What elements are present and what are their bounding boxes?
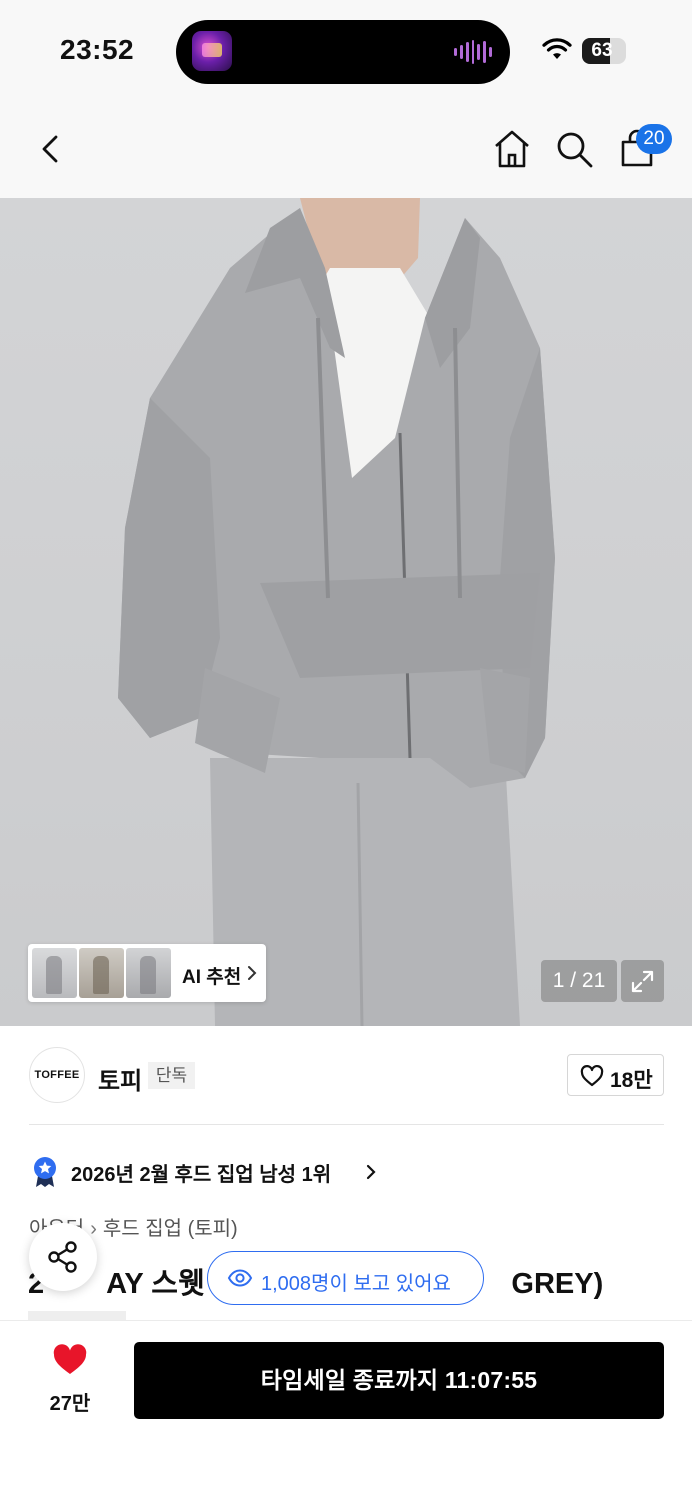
brand-like-button[interactable]: 18만 (567, 1054, 664, 1096)
home-icon[interactable] (491, 128, 533, 170)
back-icon[interactable] (30, 128, 72, 170)
brand-like-count: 18만 (610, 1069, 653, 1092)
ranking-link[interactable]: 2026년 2월 후드 집업 남성 1위 (71, 1158, 331, 1187)
expand-icon (631, 970, 654, 993)
breadcrumb-item[interactable]: 후드 집업 (토피) (103, 1218, 238, 1240)
ai-recommend-thumbnail (126, 948, 171, 998)
status-bar: 23:52 63 (0, 0, 692, 100)
product-title-end: GREY) (511, 1268, 604, 1300)
brand-name[interactable]: 토피 (98, 1061, 142, 1096)
ranking-medal-icon (34, 1157, 56, 1187)
share-button[interactable] (29, 1223, 97, 1291)
time-sale-buy-button[interactable]: 타임세일 종료까지 11:07:55 (134, 1342, 664, 1419)
product-photo-hoodie (118, 198, 555, 1026)
heart-filled-icon[interactable] (52, 1344, 88, 1376)
chevron-right-icon (366, 1164, 376, 1180)
cart-count-badge: 20 (636, 124, 672, 154)
ai-recommend-button[interactable]: AI 추천 (28, 944, 266, 1002)
chevron-right-icon (248, 966, 257, 980)
now-playing-app-icon (192, 31, 232, 71)
product-image[interactable] (0, 198, 692, 1026)
ai-recommend-thumbnail (32, 948, 77, 998)
share-icon (48, 1241, 77, 1273)
ai-recommend-thumbnail (79, 948, 124, 998)
divider (29, 1124, 664, 1125)
dynamic-island[interactable] (176, 20, 510, 84)
eye-icon (227, 1269, 253, 1287)
battery-level: 63 (591, 40, 613, 61)
battery-icon: 63 (582, 38, 626, 64)
search-icon[interactable] (553, 128, 595, 170)
wifi-icon (542, 38, 572, 59)
exclusive-badge: 단독 (148, 1062, 195, 1089)
wishlist-count: 27만 (49, 1393, 91, 1415)
expand-image-button[interactable] (621, 960, 664, 1002)
live-viewers-pill: 1,008명이 보고 있어요 (207, 1251, 484, 1305)
live-viewers-count: 1,008명이 보고 있어요 (261, 1273, 451, 1295)
brand-logo[interactable]: TOFFEE (29, 1047, 85, 1103)
image-pager: 1 / 21 (541, 960, 617, 1002)
breadcrumb-separator-icon: › (90, 1218, 97, 1240)
status-time: 23:52 (60, 34, 135, 65)
ai-recommend-label: AI 추천 (182, 967, 242, 988)
audio-waveform-icon (454, 40, 493, 64)
heart-outline-icon (580, 1065, 604, 1087)
